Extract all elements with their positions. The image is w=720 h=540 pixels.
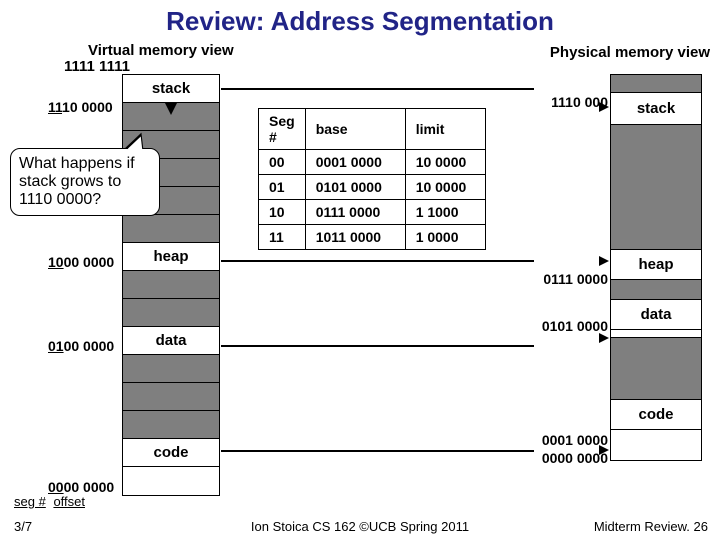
segment-table: Seg #baselimit000001 000010 0000010101 0… xyxy=(258,108,486,250)
physical-segment: code xyxy=(611,400,701,430)
virtual-address-label: 0100 0000 xyxy=(48,338,114,354)
virtual-segment: heap xyxy=(123,243,219,271)
table-header: limit xyxy=(405,109,485,150)
table-cell: 0001 0000 xyxy=(305,150,405,175)
physical-segment xyxy=(611,75,701,93)
physical-address-label: 0111 0000 xyxy=(543,271,608,287)
physical-segment xyxy=(611,330,701,338)
virtual-segment xyxy=(123,411,219,439)
seg-num-label: seg # xyxy=(14,494,46,509)
physical-segment xyxy=(611,280,701,300)
physical-label: Physical memory view xyxy=(550,44,710,61)
code-arrow-line xyxy=(221,450,534,452)
offset-label: offset xyxy=(53,494,85,509)
table-header: Seg # xyxy=(259,109,306,150)
table-cell: 1 0000 xyxy=(405,225,485,250)
heap-arrow-line xyxy=(221,260,534,262)
virtual-address-label: 0000 0000 xyxy=(48,479,114,495)
virtual-segment xyxy=(123,271,219,299)
stack-arrow-line xyxy=(221,88,534,90)
virtual-segment xyxy=(123,383,219,411)
data-arrow-head-icon xyxy=(599,333,609,343)
virtual-top-addr: 1111 1111 xyxy=(64,58,130,75)
virtual-segment xyxy=(123,467,219,495)
table-cell: 10 xyxy=(259,200,306,225)
table-cell: 0101 0000 xyxy=(305,175,405,200)
stack-arrow-head-icon xyxy=(599,102,609,112)
page-title: Review: Address Segmentation xyxy=(0,0,720,37)
table-cell: 00 xyxy=(259,150,306,175)
physical-segment xyxy=(611,338,701,400)
virtual-segment xyxy=(123,299,219,327)
data-arrow-line xyxy=(221,345,534,347)
physical-segment: heap xyxy=(611,250,701,280)
virtual-address-label: 1000 0000 xyxy=(48,254,114,270)
virtual-segment: stack xyxy=(123,75,219,103)
physical-segment: stack xyxy=(611,93,701,125)
table-header: base xyxy=(305,109,405,150)
virtual-address-label: 1110 0000 xyxy=(48,99,113,115)
virtual-label: Virtual memory view xyxy=(88,42,234,59)
physical-segment xyxy=(611,125,701,250)
table-row: 111011 00001 0000 xyxy=(259,225,486,250)
physical-address-label: 0101 0000 xyxy=(542,318,608,334)
stack-grow-arrow-icon xyxy=(165,103,177,115)
footer-right: Midterm Review. 26 xyxy=(594,519,708,534)
callout-box: What happens if stack grows to 1110 0000… xyxy=(10,148,160,216)
table-cell: 11 xyxy=(259,225,306,250)
table-row: 000001 000010 0000 xyxy=(259,150,486,175)
physical-segment: data xyxy=(611,300,701,330)
table-row: 010101 000010 0000 xyxy=(259,175,486,200)
physical-memory-column: stack heap data code xyxy=(610,74,702,461)
table-row: 100111 00001 1000 xyxy=(259,200,486,225)
table-cell: 1011 0000 xyxy=(305,225,405,250)
code-arrow-head-icon xyxy=(599,445,609,455)
table-cell: 0111 0000 xyxy=(305,200,405,225)
table-cell: 1 1000 xyxy=(405,200,485,225)
table-cell: 10 0000 xyxy=(405,175,485,200)
heap-arrow-head-icon xyxy=(599,256,609,266)
segoff-label: seg # offset xyxy=(14,494,85,509)
table-cell: 01 xyxy=(259,175,306,200)
virtual-segment: code xyxy=(123,439,219,467)
table-cell: 10 0000 xyxy=(405,150,485,175)
virtual-segment xyxy=(123,215,219,243)
physical-segment xyxy=(611,430,701,460)
virtual-segment: data xyxy=(123,327,219,355)
virtual-segment xyxy=(123,355,219,383)
